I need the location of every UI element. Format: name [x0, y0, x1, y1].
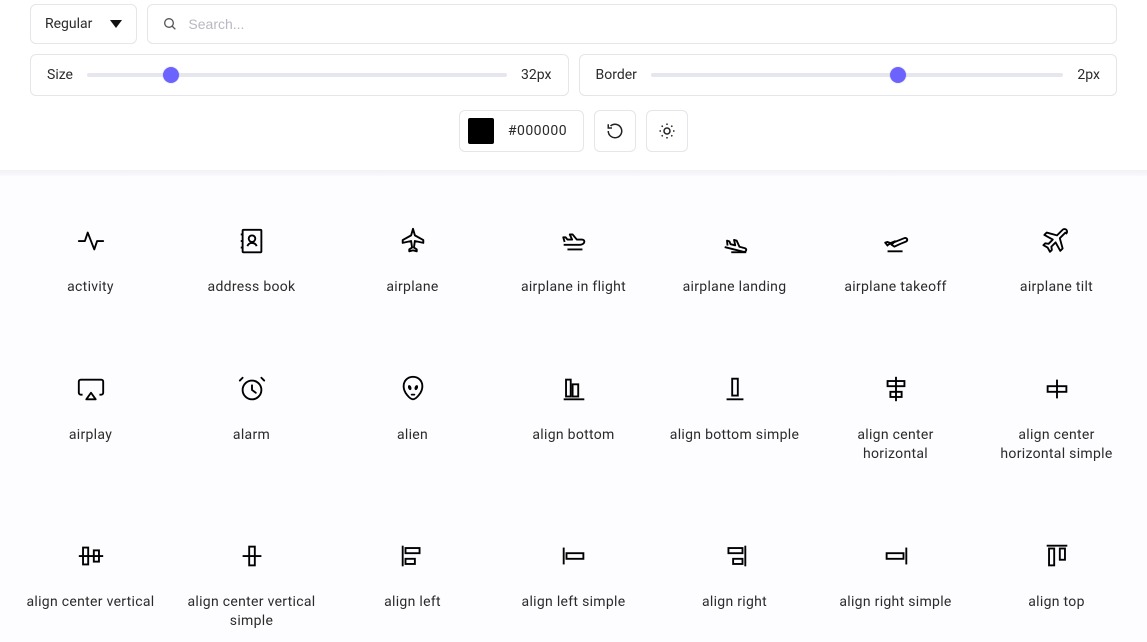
- align-top-icon: [1042, 541, 1072, 571]
- search-icon: [162, 16, 178, 32]
- airplay-icon: [76, 374, 106, 404]
- icon-cell-alien[interactable]: alien: [332, 374, 493, 465]
- icon-label: airplane takeoff: [844, 278, 946, 298]
- align-left-icon: [398, 541, 428, 571]
- activity-icon: [76, 226, 106, 256]
- icon-label: address book: [208, 278, 296, 298]
- border-slider-card: Border 2px: [579, 54, 1118, 96]
- airplane-takeoff-icon: [881, 226, 911, 256]
- alarm-icon: [237, 374, 267, 404]
- icon-label: airplane: [386, 278, 438, 298]
- icon-cell-align-center-horizontal-simple[interactable]: align center horizontal simple: [976, 374, 1137, 465]
- sun-icon: [658, 122, 676, 140]
- airplane-icon: [398, 226, 428, 256]
- icon-cell-airplane-tilt[interactable]: airplane tilt: [976, 226, 1137, 298]
- icon-cell-align-bottom[interactable]: align bottom: [493, 374, 654, 465]
- icon-cell-align-right-simple[interactable]: align right simple: [815, 541, 976, 632]
- color-swatch: [468, 118, 494, 144]
- align-left-simple-icon: [559, 541, 589, 571]
- icon-label: align bottom: [532, 426, 614, 446]
- icon-cell-align-right[interactable]: align right: [654, 541, 815, 632]
- airplane-landing-icon: [720, 226, 750, 256]
- color-picker[interactable]: #000000: [459, 110, 584, 152]
- icon-cell-align-center-vertical[interactable]: align center vertical: [10, 541, 171, 632]
- align-bottom-simple-icon: [720, 374, 750, 404]
- icon-cell-align-center-vertical-simple[interactable]: align center vertical simple: [171, 541, 332, 632]
- icon-label: align left: [384, 593, 441, 613]
- size-slider-thumb[interactable]: [163, 67, 179, 83]
- size-label: Size: [47, 67, 73, 83]
- icon-label: align center vertical simple: [182, 593, 322, 632]
- size-slider[interactable]: [87, 73, 507, 77]
- icon-label: align center horizontal simple: [987, 426, 1127, 465]
- icon-label: align right: [702, 593, 767, 613]
- border-slider-thumb[interactable]: [890, 67, 906, 83]
- border-label: Border: [596, 67, 637, 83]
- airplane-tilt-icon: [1042, 226, 1072, 256]
- icon-cell-airplane[interactable]: airplane: [332, 226, 493, 298]
- border-value: 2px: [1077, 67, 1100, 83]
- icon-label: alien: [397, 426, 428, 446]
- icon-label: airplane tilt: [1020, 278, 1093, 298]
- size-value: 32px: [521, 67, 551, 83]
- icon-label: align center vertical: [26, 593, 154, 613]
- theme-toggle[interactable]: [646, 110, 688, 152]
- icon-cell-alarm[interactable]: alarm: [171, 374, 332, 465]
- icon-cell-address-book[interactable]: address book: [171, 226, 332, 298]
- border-slider[interactable]: [651, 73, 1064, 77]
- icon-label: airplay: [69, 426, 112, 446]
- align-bottom-icon: [559, 374, 589, 404]
- align-center-horizontal-icon: [881, 374, 911, 404]
- size-slider-card: Size 32px: [30, 54, 569, 96]
- icon-label: align center horizontal: [826, 426, 966, 465]
- search-container: [147, 4, 1117, 44]
- reset-button[interactable]: [594, 110, 636, 152]
- align-center-vertical-icon: [76, 541, 106, 571]
- icon-cell-activity[interactable]: activity: [10, 226, 171, 298]
- align-center-vertical-simple-icon: [237, 541, 267, 571]
- icon-label: activity: [67, 278, 114, 298]
- icon-label: airplane in flight: [521, 278, 626, 298]
- chevron-down-icon: [110, 20, 122, 28]
- icon-label: align bottom simple: [670, 426, 799, 446]
- search-input[interactable]: [188, 16, 1102, 32]
- icon-label: align left simple: [522, 593, 626, 613]
- icon-cell-align-left[interactable]: align left: [332, 541, 493, 632]
- address-book-icon: [237, 226, 267, 256]
- icon-grid: activity address book airplane airplane in …: [0, 176, 1147, 642]
- icon-label: align top: [1028, 593, 1084, 613]
- align-center-horizontal-simple-icon: [1042, 374, 1072, 404]
- alien-icon: [398, 374, 428, 404]
- style-dropdown-label: Regular: [45, 16, 92, 32]
- icon-cell-align-left-simple[interactable]: align left simple: [493, 541, 654, 632]
- icon-label: airplane landing: [683, 278, 787, 298]
- icon-label: alarm: [233, 426, 270, 446]
- icon-cell-align-bottom-simple[interactable]: align bottom simple: [654, 374, 815, 465]
- icon-cell-airplane-landing[interactable]: airplane landing: [654, 226, 815, 298]
- icon-cell-align-top[interactable]: align top: [976, 541, 1137, 632]
- icon-label: align right simple: [839, 593, 951, 613]
- icon-cell-airplane-in-flight[interactable]: airplane in flight: [493, 226, 654, 298]
- rotate-icon: [606, 122, 624, 140]
- icon-cell-airplane-takeoff[interactable]: airplane takeoff: [815, 226, 976, 298]
- align-right-simple-icon: [881, 541, 911, 571]
- style-dropdown[interactable]: Regular: [30, 4, 137, 44]
- icon-cell-align-center-horizontal[interactable]: align center horizontal: [815, 374, 976, 465]
- align-right-icon: [720, 541, 750, 571]
- icon-cell-airplay[interactable]: airplay: [10, 374, 171, 465]
- color-hex: #000000: [508, 123, 567, 139]
- airplane-in-flight-icon: [559, 226, 589, 256]
